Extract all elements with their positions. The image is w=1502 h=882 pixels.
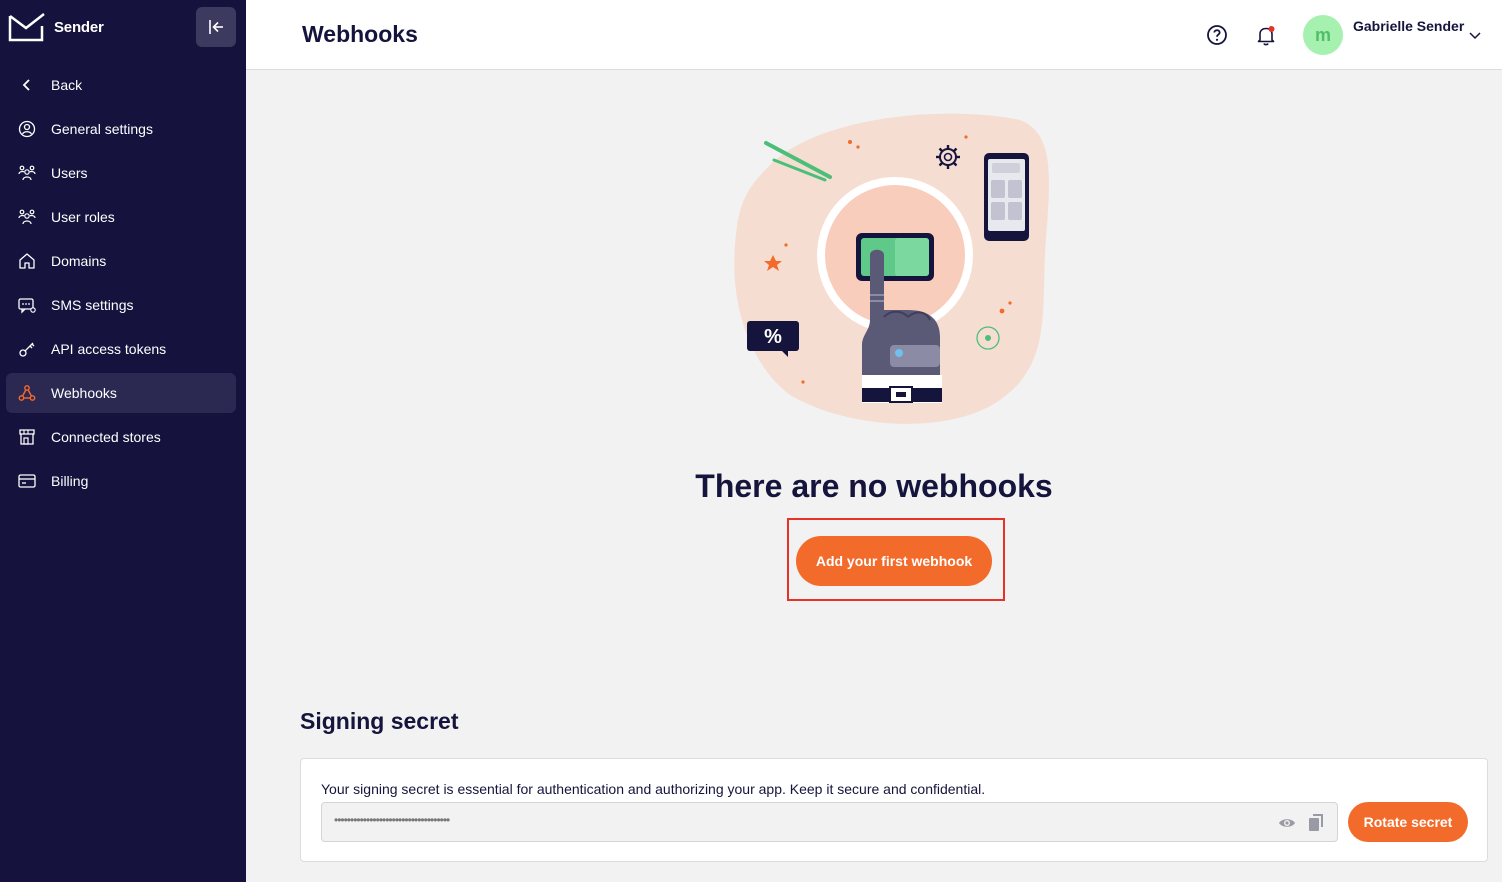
credit-card-icon xyxy=(18,472,36,490)
key-icon xyxy=(18,340,36,358)
notifications-bell-icon[interactable] xyxy=(1255,24,1277,46)
sidebar-item-label: Back xyxy=(51,77,83,93)
webhook-icon xyxy=(18,384,36,402)
signing-secret-card: Your signing secret is essential for aut… xyxy=(300,758,1488,862)
sidebar-item-label: Users xyxy=(51,165,88,181)
svg-text:%: % xyxy=(764,326,782,348)
mail-logo-icon xyxy=(8,13,45,42)
avatar[interactable]: m xyxy=(1303,15,1343,55)
sidebar-item-general-settings[interactable]: General settings xyxy=(6,109,236,149)
chevron-left-icon xyxy=(18,76,36,94)
signing-secret-title: Signing secret xyxy=(300,708,459,734)
collapse-sidebar-button[interactable] xyxy=(196,7,236,47)
empty-state-illustration: % xyxy=(730,105,1060,435)
sidebar-item-domains[interactable]: Domains xyxy=(6,241,236,281)
empty-state-title: There are no webhooks xyxy=(695,468,1053,504)
sidebar-item-sms-settings[interactable]: SMS settings xyxy=(6,285,236,325)
page-title: Webhooks xyxy=(302,21,418,47)
sidebar-nav: Back General settings Users User roles D… xyxy=(6,65,236,505)
top-header: Webhooks m Gabrielle Sender xyxy=(246,0,1502,70)
sidebar-item-label: Domains xyxy=(51,253,107,269)
sidebar-item-connected-stores[interactable]: Connected stores xyxy=(6,417,236,457)
eye-icon[interactable] xyxy=(1278,814,1296,837)
copy-icon[interactable] xyxy=(1308,814,1324,837)
user-name[interactable]: Gabrielle Sender xyxy=(1353,18,1464,34)
sidebar-item-user-roles[interactable]: User roles xyxy=(6,197,236,237)
store-icon xyxy=(18,428,36,446)
sidebar-item-label: Billing xyxy=(51,473,89,489)
rotate-secret-button[interactable]: Rotate secret xyxy=(1348,802,1468,842)
signing-secret-value: •••••••••••••••••••••••••••••••••••• xyxy=(334,813,450,827)
collapse-left-icon xyxy=(209,20,223,34)
users-icon xyxy=(18,164,36,182)
user-circle-icon xyxy=(18,120,36,138)
sidebar-item-billing[interactable]: Billing xyxy=(6,461,236,501)
sidebar-item-label: Connected stores xyxy=(51,429,161,445)
help-icon[interactable] xyxy=(1206,24,1228,46)
sidebar-item-label: SMS settings xyxy=(51,297,134,313)
sidebar-item-api-access-tokens[interactable]: API access tokens xyxy=(6,329,236,369)
sidebar-item-back[interactable]: Back xyxy=(6,65,236,105)
sidebar-item-label: Webhooks xyxy=(51,385,117,401)
sms-icon xyxy=(18,296,36,314)
chevron-down-icon[interactable] xyxy=(1468,28,1482,46)
sidebar-item-label: API access tokens xyxy=(51,341,167,357)
sidebar-item-label: User roles xyxy=(51,209,115,225)
sidebar-item-label: General settings xyxy=(51,121,153,137)
signing-secret-description: Your signing secret is essential for aut… xyxy=(321,781,986,797)
add-first-webhook-button[interactable]: Add your first webhook xyxy=(796,536,992,586)
sidebar: Sender Back General settings Users User … xyxy=(0,0,246,882)
home-icon xyxy=(18,252,36,270)
user-roles-icon xyxy=(18,208,36,226)
signing-secret-field[interactable]: •••••••••••••••••••••••••••••••••••• xyxy=(321,802,1338,842)
sidebar-item-webhooks[interactable]: Webhooks xyxy=(6,373,236,413)
brand-name: Sender xyxy=(54,18,104,36)
sidebar-item-users[interactable]: Users xyxy=(6,153,236,193)
brand-logo[interactable]: Sender xyxy=(8,12,104,42)
